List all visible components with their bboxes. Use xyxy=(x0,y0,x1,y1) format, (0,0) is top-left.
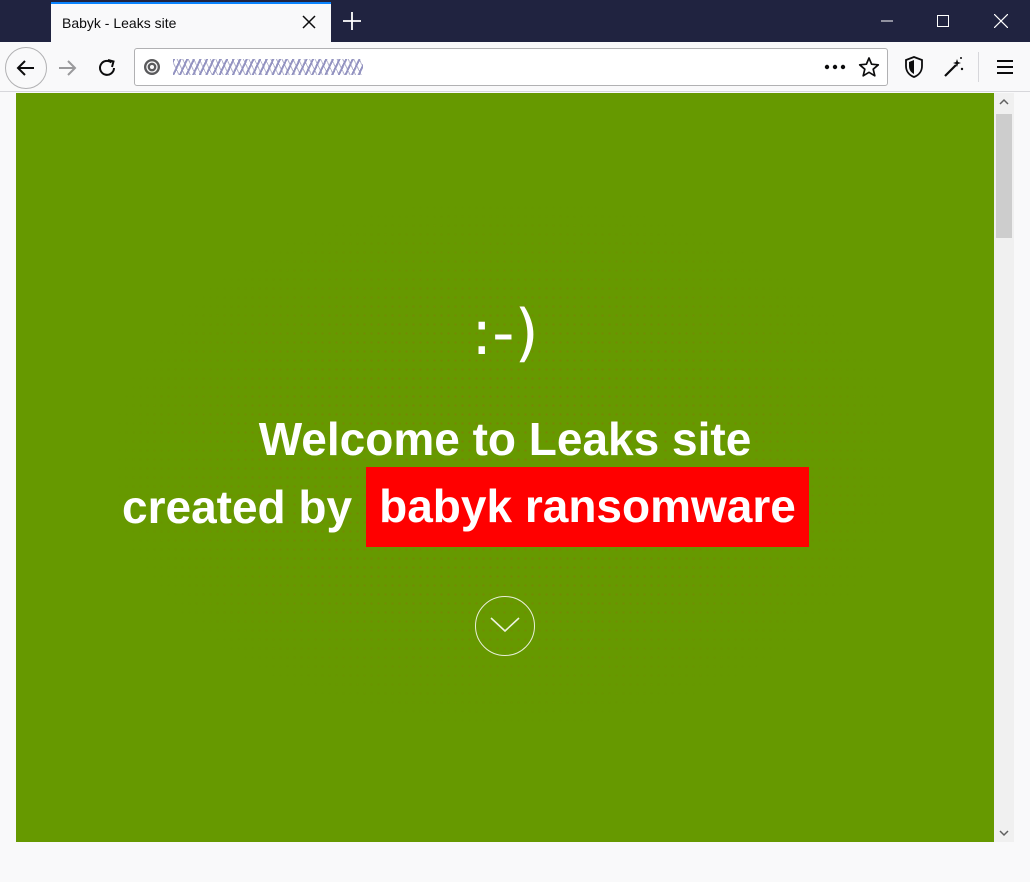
scroll-down-arrow-icon[interactable] xyxy=(994,824,1014,842)
bookmark-star-icon[interactable] xyxy=(858,56,880,78)
vertical-scrollbar[interactable] xyxy=(994,93,1014,842)
reload-icon[interactable] xyxy=(95,56,119,80)
headline-welcome: Welcome to Leaks site xyxy=(258,413,752,465)
close-window-icon[interactable] xyxy=(972,0,1030,42)
title-bar: Babyk - Leaks site xyxy=(0,0,1030,42)
hamburger-menu-icon[interactable] xyxy=(994,56,1016,78)
tab-title: Babyk - Leaks site xyxy=(62,15,177,31)
new-tab-icon[interactable] xyxy=(341,10,363,32)
headline-ransomware-name: babyk ransomware xyxy=(366,467,809,547)
window-bottom-area xyxy=(0,842,1030,882)
magic-wand-icon[interactable] xyxy=(942,55,966,79)
page-viewport: :-) Welcome to Leaks site created by bab… xyxy=(16,93,994,842)
minimize-icon[interactable] xyxy=(858,0,916,42)
url-text[interactable] xyxy=(173,59,363,75)
close-tab-icon[interactable] xyxy=(299,12,319,32)
smiley-emoticon: :-) xyxy=(471,296,539,369)
scroll-down-button[interactable] xyxy=(475,596,535,656)
nav-bar xyxy=(0,42,1030,92)
toolbar-separator xyxy=(978,52,979,82)
back-arrow-icon[interactable] xyxy=(5,47,47,89)
browser-tab[interactable]: Babyk - Leaks site xyxy=(51,2,331,42)
window-edge xyxy=(0,93,16,842)
headline-created-by: created by xyxy=(122,481,353,533)
forward-arrow-icon[interactable] xyxy=(55,56,79,80)
headline-line-2: created by babyk ransomware xyxy=(122,467,809,547)
scroll-up-arrow-icon[interactable] xyxy=(994,93,1014,111)
chevron-down-icon xyxy=(485,612,525,641)
scrollbar-thumb[interactable] xyxy=(996,114,1012,238)
url-bar[interactable] xyxy=(134,48,888,86)
shield-icon[interactable] xyxy=(902,55,926,79)
onion-site-icon[interactable] xyxy=(143,58,161,76)
page-actions-icon[interactable] xyxy=(823,58,847,76)
maximize-icon[interactable] xyxy=(914,0,972,42)
